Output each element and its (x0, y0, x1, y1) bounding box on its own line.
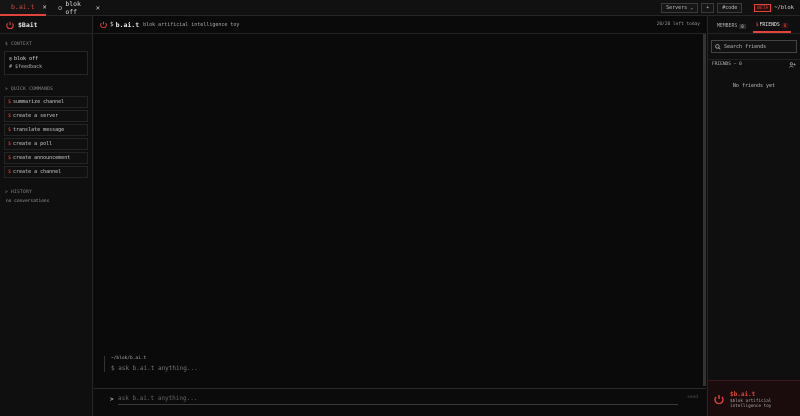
tab-members[interactable]: MEMBERS 0 (714, 19, 749, 33)
dollar-icon: $ (8, 141, 12, 147)
ask-input[interactable] (118, 393, 678, 405)
command-create-channel[interactable]: $ create a channel (4, 166, 88, 178)
dollar-icon: $ (8, 169, 12, 175)
context-section-title: $ CONTEXT (5, 42, 33, 47)
current-path: ~/blok (774, 5, 794, 11)
quick-commands-list: $ summarize channel $ create a server $ tra… (0, 96, 92, 178)
prompt-path: ~/blok/b.ai.t (111, 356, 147, 361)
scrollbar[interactable] (703, 34, 706, 386)
input-bar: > send (94, 388, 706, 416)
server-icon (58, 6, 62, 10)
search-friends-input[interactable] (724, 43, 794, 50)
top-right-controls: Servers ⌄ + #code BETA ~/blok (661, 2, 794, 14)
dollar-icon: $ (755, 22, 759, 28)
prompt-hint: $ ask b.ai.t anything... (111, 365, 198, 372)
close-icon[interactable]: ✕ (96, 4, 100, 12)
context-server[interactable]: ◎ blok off (9, 55, 83, 63)
right-sidebar: MEMBERS 0 $ FRIENDS 0 FRIENDS — 0 No fri… (707, 16, 800, 416)
friends-count-badge: 0 (781, 22, 789, 28)
history-title: > HISTORY (5, 190, 33, 195)
page-subtitle: blok artificial intelligence toy (143, 21, 240, 28)
command-summarize-channel[interactable]: $ summarize channel (4, 96, 88, 108)
friends-header: FRIENDS — 0 (708, 59, 800, 69)
servers-button[interactable]: Servers ⌄ (661, 3, 699, 13)
search-icon (715, 43, 721, 50)
dollar-icon: $ (8, 99, 12, 105)
main-panel: $ b.ai.t blok artificial intelligence to… (94, 16, 706, 416)
tab-label: blok off (65, 0, 81, 16)
main-header: $ b.ai.t blok artificial intelligence to… (94, 16, 706, 34)
tab-friends-label: FRIENDS (759, 22, 780, 28)
dollar-icon: $ (8, 113, 12, 119)
add-button[interactable]: + (701, 3, 715, 13)
command-create-announcement[interactable]: $ create announcement (4, 152, 88, 164)
prompt-block: ~/blok/b.ai.t $ ask b.ai.t anything... (104, 356, 198, 372)
right-tabs: MEMBERS 0 $ FRIENDS 0 (708, 16, 800, 34)
dollar-icon: $ (8, 155, 12, 161)
bot-description: $blok artificial intelligence toy (730, 399, 772, 409)
friends-header-label: FRIENDS — 0 (712, 62, 742, 67)
command-label: create announcement (13, 155, 71, 161)
command-label: create a channel (13, 169, 62, 175)
tab-members-label: MEMBERS (717, 23, 738, 29)
command-label: translate message (13, 127, 65, 133)
tab-friends[interactable]: $ FRIENDS 0 (752, 19, 792, 33)
add-friend-icon[interactable] (789, 61, 796, 68)
left-sidebar: $Bait $ CONTEXT ◎ blok off # $feedback >… (0, 16, 93, 416)
context-channel[interactable]: # $feedback (9, 63, 83, 71)
prompt-caret-icon: > (110, 396, 114, 403)
command-label: summarize channel (13, 99, 65, 105)
sidebar-title: $Bait (18, 20, 38, 29)
page-title: b.ai.t (115, 20, 140, 29)
command-translate-message[interactable]: $ translate message (4, 124, 88, 136)
tab-label: b.ai.t (11, 3, 35, 11)
bait-logo-icon (714, 395, 724, 404)
tab-bait[interactable]: b.ai.t ✕ (0, 0, 47, 16)
context-server-label: blok off (14, 56, 39, 62)
usage-limit: 20/20 left today (656, 22, 700, 27)
bot-name: $b.ai.t (730, 391, 756, 398)
left-sidebar-header: $Bait (0, 16, 92, 34)
command-create-poll[interactable]: $ create a poll (4, 138, 88, 150)
send-button[interactable]: send (687, 395, 698, 400)
bot-profile-card[interactable]: $b.ai.t $blok artificial intelligence to… (708, 380, 800, 416)
no-friends-message: No friends yet (732, 83, 776, 89)
command-label: create a poll (13, 141, 53, 147)
close-icon[interactable]: ✕ (42, 3, 46, 11)
quick-commands-title: > QUICK COMMANDS (5, 87, 54, 92)
code-button[interactable]: #code (717, 3, 743, 13)
bait-logo-icon (100, 21, 107, 28)
bait-logo-icon (6, 21, 14, 29)
top-bar: b.ai.t ✕ blok off ✕ Servers ⌄ + #code BE… (0, 0, 800, 16)
search-friends-box[interactable] (711, 40, 797, 53)
beta-badge: BETA (754, 4, 772, 12)
command-create-server[interactable]: $ create a server (4, 110, 88, 122)
server-icon: ◎ (9, 56, 13, 62)
context-box: ◎ blok off # $feedback (4, 51, 88, 75)
members-count-badge: 0 (739, 23, 746, 29)
tab-blok-off[interactable]: blok off ✕ (50, 0, 100, 16)
command-label: create a server (13, 113, 59, 119)
history-empty: no conversations (6, 199, 50, 204)
prefix: $ (110, 21, 114, 28)
dollar-icon: $ (8, 127, 12, 133)
